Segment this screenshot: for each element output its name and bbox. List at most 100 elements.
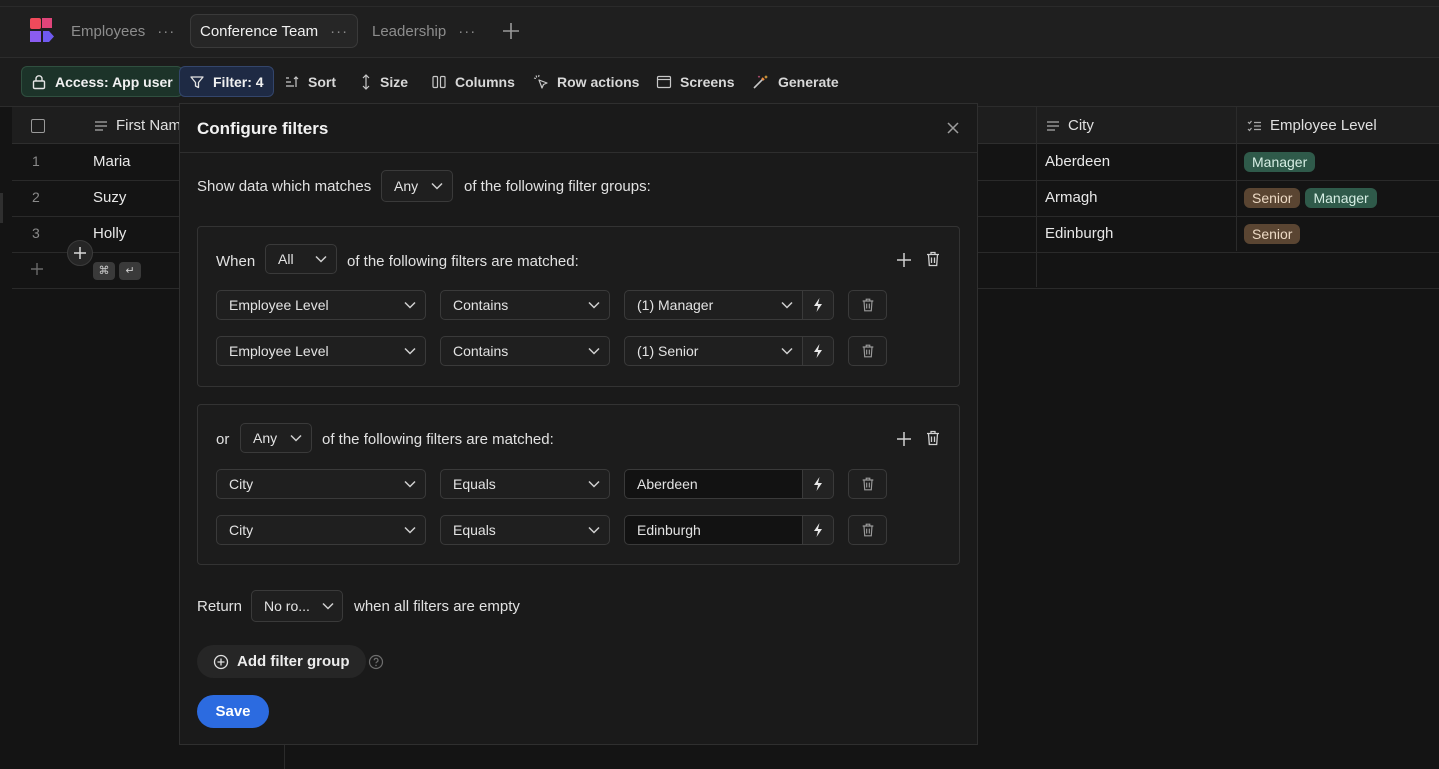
select-value: Any <box>394 178 419 194</box>
more-icon[interactable]: ··· <box>330 23 348 40</box>
filter-value-select[interactable]: (1) Senior <box>624 336 803 366</box>
binding-bolt-button[interactable] <box>803 290 834 320</box>
return-label: Return <box>197 598 243 615</box>
enter-key-icon: ↵ <box>119 262 141 280</box>
text-field-icon <box>95 120 107 131</box>
filter-field-select[interactable]: City <box>216 469 426 499</box>
chevron-down-icon <box>781 301 793 309</box>
match-suffix-text: of the following filter groups: <box>464 178 651 195</box>
group-match-select[interactable]: Any <box>381 170 453 202</box>
delete-filter-button[interactable] <box>848 469 887 499</box>
screens-button[interactable]: Screens <box>647 66 743 97</box>
dialog-title: Configure filters <box>197 119 329 138</box>
close-icon[interactable] <box>943 118 963 138</box>
first-name-cell[interactable]: Maria <box>93 153 131 170</box>
delete-group-trash-icon[interactable] <box>924 250 942 268</box>
column-header-employee-level[interactable]: Employee Level <box>1247 117 1377 134</box>
filter-field-select[interactable]: Employee Level <box>216 290 426 320</box>
chevron-down-icon <box>404 526 416 534</box>
first-name-cell[interactable]: Suzy <box>93 189 126 206</box>
filter-field-select[interactable]: City <box>216 515 426 545</box>
add-filter-plus-icon[interactable] <box>895 430 913 448</box>
filter-operator-select[interactable]: Contains <box>440 290 610 320</box>
group-suffix-text: of the following filters are matched: <box>347 253 579 270</box>
city-cell[interactable]: Armagh <box>1045 189 1098 206</box>
filter-match-select[interactable]: All <box>265 244 337 274</box>
more-icon[interactable]: ··· <box>157 23 175 40</box>
add-tab-plus-icon[interactable] <box>500 20 522 42</box>
row-actions-button[interactable]: Row actions <box>524 66 648 97</box>
match-prefix-text: Show data which matches <box>197 178 372 195</box>
delete-filter-button[interactable] <box>848 336 887 366</box>
binding-bolt-button[interactable] <box>803 515 834 545</box>
filter-label: Filter: 4 <box>213 73 264 90</box>
access-button[interactable]: Access: App user <box>21 66 183 97</box>
select-value: Contains <box>453 343 509 359</box>
binding-bolt-button[interactable] <box>803 336 834 366</box>
cmd-key-icon: ⌘ <box>93 262 115 280</box>
filter-value-input[interactable]: Edinburgh <box>624 515 803 545</box>
row-number: 3 <box>32 225 40 241</box>
help-icon[interactable] <box>368 654 384 670</box>
filter-field-select[interactable]: Employee Level <box>216 336 426 366</box>
employee-level-cell[interactable]: Senior Manager <box>1244 188 1382 208</box>
generate-button[interactable]: Generate <box>743 66 848 97</box>
chevron-down-icon <box>588 480 600 488</box>
filter-operator-select[interactable]: Contains <box>440 336 610 366</box>
employee-level-cell[interactable]: Senior <box>1244 224 1305 244</box>
delete-group-trash-icon[interactable] <box>924 429 942 447</box>
input-value: Edinburgh <box>637 522 701 538</box>
filter-operator-select[interactable]: Equals <box>440 515 610 545</box>
level-tag: Senior <box>1244 188 1301 208</box>
binding-bolt-button[interactable] <box>803 469 834 499</box>
delete-filter-button[interactable] <box>848 290 887 320</box>
tab-employees[interactable]: Employees ··· <box>61 14 185 48</box>
filter-match-select[interactable]: Any <box>240 423 312 453</box>
tab-conference-team[interactable]: Conference Team ··· <box>190 14 359 48</box>
filter-operator-select[interactable]: Equals <box>440 469 610 499</box>
select-value: City <box>229 522 254 538</box>
return-select[interactable]: No ro... <box>251 590 343 622</box>
select-value: No ro... <box>264 598 310 614</box>
chevron-down-icon <box>290 434 302 442</box>
trash-icon <box>862 523 873 537</box>
row-number: 2 <box>32 189 40 205</box>
select-value: All <box>278 251 294 267</box>
city-cell[interactable]: Edinburgh <box>1045 225 1113 242</box>
employee-level-cell[interactable]: Manager <box>1244 152 1320 172</box>
select-all-checkbox[interactable] <box>31 119 45 133</box>
city-cell[interactable]: Aberdeen <box>1045 153 1110 170</box>
multi-select-icon <box>1247 120 1261 131</box>
sort-icon <box>286 75 299 87</box>
filter-button[interactable]: Filter: 4 <box>179 66 274 97</box>
add-filter-plus-icon[interactable] <box>895 251 913 269</box>
select-value: Employee Level <box>229 343 329 359</box>
group-prefix-text: When <box>216 253 256 270</box>
add-filter-group-button[interactable]: Add filter group <box>197 645 366 678</box>
sort-button[interactable]: Sort <box>275 66 345 97</box>
cursor-click-icon <box>533 74 548 89</box>
first-name-cell[interactable]: Holly <box>93 225 126 242</box>
row-actions-label: Row actions <box>557 73 640 90</box>
filter-group: or Any of the following filters are matc… <box>197 404 960 565</box>
add-row-plus-icon[interactable] <box>30 262 44 276</box>
more-icon[interactable]: ··· <box>458 23 476 40</box>
columns-button[interactable]: Columns <box>422 66 524 97</box>
app-logo[interactable] <box>29 17 55 43</box>
save-button[interactable]: Save <box>197 695 269 728</box>
add-button[interactable] <box>67 240 93 266</box>
delete-filter-button[interactable] <box>848 515 887 545</box>
tab-bar: Employees ··· Conference Team ··· Leader… <box>0 0 1439 58</box>
filter-value-input[interactable]: Aberdeen <box>624 469 803 499</box>
sidebar-handle[interactable] <box>0 193 3 223</box>
access-label: Access: App user <box>55 73 173 90</box>
magic-wand-icon <box>753 74 768 89</box>
filter-value-select[interactable]: (1) Manager <box>624 290 803 320</box>
column-header-city[interactable]: City <box>1046 117 1094 134</box>
column-header-first-name[interactable]: First Nam <box>94 117 181 134</box>
size-button[interactable]: Size <box>351 66 417 97</box>
column-label: Employee Level <box>1270 117 1377 134</box>
select-value: Contains <box>453 297 509 313</box>
chevron-down-icon <box>315 255 327 263</box>
tab-leadership[interactable]: Leadership ··· <box>362 14 486 48</box>
